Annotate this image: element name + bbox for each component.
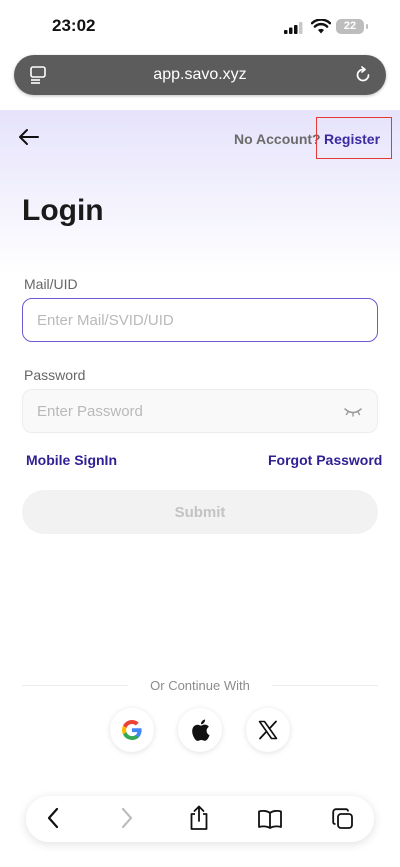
back-arrow-icon[interactable] [18,128,40,146]
page-title: Login [22,194,104,227]
address-bar[interactable]: app.savo.xyz [14,55,386,95]
x-login-button[interactable] [246,708,290,752]
battery-tip [366,24,368,29]
mobile-signin-link[interactable]: Mobile SignIn [26,452,117,468]
x-icon [258,720,278,740]
cellular-signal-icon [284,22,303,34]
divider-right [272,685,378,686]
browser-back-icon[interactable] [46,807,60,829]
no-account-text: No Account? [234,131,321,147]
register-highlight-box [316,117,392,159]
password-label: Password [24,367,86,383]
apple-icon [192,719,210,741]
submit-button[interactable]: Submit [22,490,378,534]
browser-forward-icon[interactable] [120,807,134,829]
tabs-icon[interactable] [332,808,354,830]
mail-input[interactable] [22,298,378,342]
url-text[interactable]: app.savo.xyz [14,66,386,84]
google-icon [121,720,142,740]
status-bar: 23:02 22 [0,0,400,52]
google-login-button[interactable] [110,708,154,752]
battery-icon: 22 [336,19,364,34]
wifi-icon [311,19,331,34]
battery-level: 22 [343,20,357,32]
forgot-password-link[interactable]: Forgot Password [268,452,382,468]
login-page: No Account? Register Login Mail/UID Pass… [0,110,400,867]
hide-password-icon[interactable] [343,407,363,417]
apple-login-button[interactable] [178,708,222,752]
status-time: 23:02 [52,16,96,35]
browser-toolbar [26,796,374,842]
bookmarks-icon[interactable] [257,809,283,829]
password-input[interactable] [22,389,378,433]
share-icon[interactable] [188,805,210,831]
mail-label: Mail/UID [24,276,78,292]
reload-icon[interactable] [354,66,372,84]
